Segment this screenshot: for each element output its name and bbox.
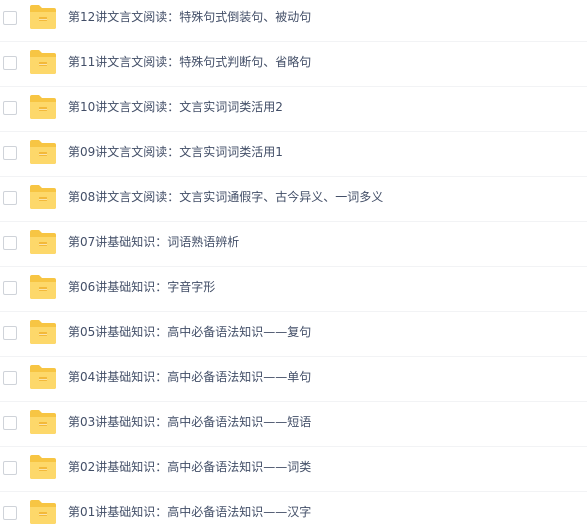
row-checkbox[interactable] bbox=[3, 416, 17, 430]
file-row[interactable]: 第08讲文言文阅读：文言实词通假字、古今异义、一词多义 bbox=[0, 177, 587, 222]
folder-icon bbox=[29, 229, 57, 255]
file-name-link[interactable]: 第04讲基础知识：高中必备语法知识——单句 bbox=[68, 369, 311, 385]
row-checkbox[interactable] bbox=[3, 101, 17, 115]
file-name-link[interactable]: 第07讲基础知识：词语熟语辨析 bbox=[68, 234, 239, 250]
file-name-link[interactable]: 第03讲基础知识：高中必备语法知识——短语 bbox=[68, 414, 311, 430]
file-name-link[interactable]: 第05讲基础知识：高中必备语法知识——复句 bbox=[68, 324, 311, 340]
file-name-link[interactable]: 第10讲文言文阅读：文言实词词类活用2 bbox=[68, 99, 283, 115]
file-name-link[interactable]: 第02讲基础知识：高中必备语法知识——词类 bbox=[68, 459, 311, 475]
folder-icon bbox=[29, 94, 57, 120]
folder-icon bbox=[29, 409, 57, 435]
file-name-link[interactable]: 第01讲基础知识：高中必备语法知识——汉字 bbox=[68, 504, 311, 520]
file-name-link[interactable]: 第09讲文言文阅读：文言实词词类活用1 bbox=[68, 144, 283, 160]
file-row[interactable]: 第11讲文言文阅读：特殊句式判断句、省略句 bbox=[0, 42, 587, 87]
row-checkbox[interactable] bbox=[3, 326, 17, 340]
file-row[interactable]: 第02讲基础知识：高中必备语法知识——词类 bbox=[0, 447, 587, 492]
file-row[interactable]: 第05讲基础知识：高中必备语法知识——复句 bbox=[0, 312, 587, 357]
row-checkbox[interactable] bbox=[3, 11, 17, 25]
folder-icon bbox=[29, 454, 57, 480]
folder-icon bbox=[29, 4, 57, 30]
file-name-link[interactable]: 第08讲文言文阅读：文言实词通假字、古今异义、一词多义 bbox=[68, 189, 383, 205]
file-list: 第12讲文言文阅读：特殊句式倒装句、被动句 第11讲文言文阅读：特殊句式判断句、省… bbox=[0, 0, 587, 527]
file-name-link[interactable]: 第06讲基础知识：字音字形 bbox=[68, 279, 215, 295]
file-row[interactable]: 第07讲基础知识：词语熟语辨析 bbox=[0, 222, 587, 267]
row-checkbox[interactable] bbox=[3, 461, 17, 475]
row-checkbox[interactable] bbox=[3, 191, 17, 205]
file-name-link[interactable]: 第11讲文言文阅读：特殊句式判断句、省略句 bbox=[68, 54, 311, 70]
folder-icon bbox=[29, 49, 57, 75]
file-row[interactable]: 第04讲基础知识：高中必备语法知识——单句 bbox=[0, 357, 587, 402]
folder-icon bbox=[29, 364, 57, 390]
file-row[interactable]: 第12讲文言文阅读：特殊句式倒装句、被动句 bbox=[0, 0, 587, 42]
file-row[interactable]: 第01讲基础知识：高中必备语法知识——汉字 bbox=[0, 492, 587, 527]
folder-icon bbox=[29, 184, 57, 210]
folder-icon bbox=[29, 274, 57, 300]
row-checkbox[interactable] bbox=[3, 371, 17, 385]
row-checkbox[interactable] bbox=[3, 236, 17, 250]
file-row[interactable]: 第06讲基础知识：字音字形 bbox=[0, 267, 587, 312]
file-name-link[interactable]: 第12讲文言文阅读：特殊句式倒装句、被动句 bbox=[68, 9, 311, 25]
folder-icon bbox=[29, 139, 57, 165]
file-row[interactable]: 第03讲基础知识：高中必备语法知识——短语 bbox=[0, 402, 587, 447]
file-row[interactable]: 第09讲文言文阅读：文言实词词类活用1 bbox=[0, 132, 587, 177]
row-checkbox[interactable] bbox=[3, 56, 17, 70]
row-checkbox[interactable] bbox=[3, 146, 17, 160]
folder-icon bbox=[29, 319, 57, 345]
row-checkbox[interactable] bbox=[3, 281, 17, 295]
folder-icon bbox=[29, 499, 57, 525]
row-checkbox[interactable] bbox=[3, 506, 17, 520]
file-row[interactable]: 第10讲文言文阅读：文言实词词类活用2 bbox=[0, 87, 587, 132]
